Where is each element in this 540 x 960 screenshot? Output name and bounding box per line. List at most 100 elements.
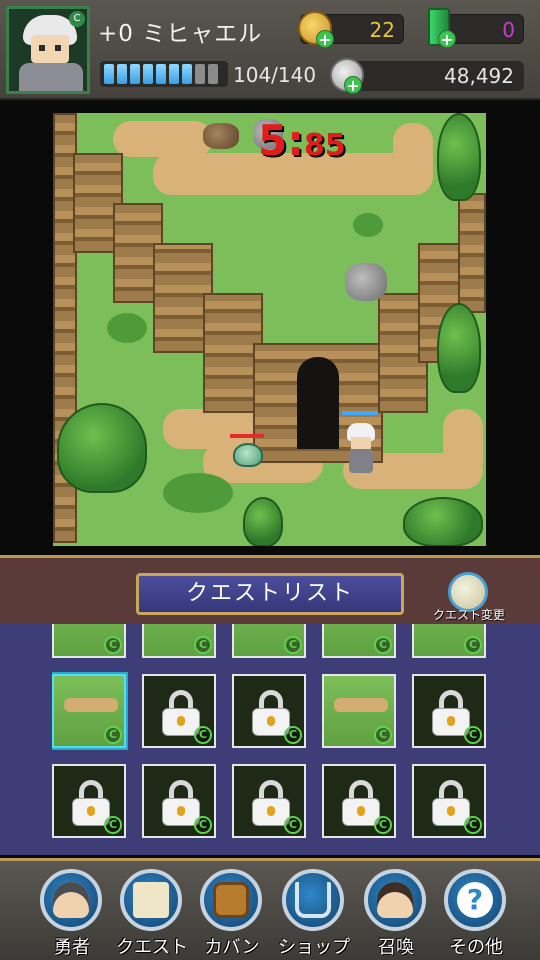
clear-mark-icon: C [284, 636, 302, 654]
clear-mark-icon: C [464, 636, 482, 654]
clear-mark-icon: C [104, 816, 122, 834]
clear-mark-icon: C [374, 726, 392, 744]
quest-map[interactable]: 5:85 [53, 113, 486, 546]
quest-tile[interactable]: C [52, 674, 126, 748]
quest-tile: C [412, 674, 486, 748]
stamina-segment [169, 64, 179, 84]
nav-summon-label: 召喚 [378, 937, 414, 958]
lock-icon-hole [177, 806, 185, 816]
quest-tile[interactable]: C [322, 674, 396, 748]
add-gems-button[interactable]: + [438, 30, 456, 49]
quest-grid: C C C C C C C C C C C C C C C [52, 624, 492, 844]
nav-other-label: その他 [449, 937, 503, 958]
status-header: C +0 ミヒャエル 22 + 0 + 104/140 48,492 + [0, 0, 540, 100]
player-name: +0 ミヒャエル [98, 21, 263, 47]
quest-tile[interactable]: C [232, 624, 306, 658]
slime-enemy[interactable] [233, 443, 263, 467]
shopping-cart-icon [295, 882, 331, 918]
quest-tile[interactable]: C [52, 624, 126, 658]
treasure-chest-icon [213, 882, 249, 918]
nav-quest-button[interactable]: クエスト [112, 869, 192, 960]
quest-timer: 5:85 [258, 116, 346, 165]
quest-change-label: クエスト変更 [432, 608, 505, 622]
timer-seconds: 85 [304, 128, 346, 163]
nav-shop-label: ショップ [278, 937, 350, 958]
stamina-text: 104/140 [233, 63, 317, 87]
summon-portrait-icon [377, 882, 413, 918]
map-icon [133, 882, 169, 918]
cave-entrance[interactable] [297, 357, 339, 449]
timer-minutes: 5 [258, 116, 288, 165]
stamina-segment [208, 64, 218, 84]
clear-mark-icon: C [194, 726, 212, 744]
lock-icon [162, 780, 200, 826]
dirt-path [113, 121, 213, 157]
bottom-navigation: 勇者 クエスト カバン ショップ 召喚 ? その他 [0, 858, 540, 960]
nav-bag-label: カバン [204, 937, 260, 958]
coin-value: 22 [369, 18, 395, 42]
quest-tile[interactable]: C [412, 624, 486, 658]
quest-tile: C [142, 764, 216, 838]
lock-icon [252, 690, 290, 736]
nav-hero-label: 勇者 [54, 937, 90, 958]
round-tree [57, 403, 147, 493]
pine-tree [437, 303, 481, 393]
boulder [345, 263, 387, 301]
hero-avatar[interactable]: C [6, 6, 90, 94]
grass-bush [163, 473, 233, 513]
pine-tree [437, 113, 481, 201]
clear-mark-icon: C [104, 726, 122, 744]
lock-icon-hole [447, 806, 455, 816]
hero-face [351, 437, 371, 449]
cliff-wall [458, 193, 486, 313]
avatar-armor [19, 63, 83, 91]
nav-hero-button[interactable]: 勇者 [32, 869, 112, 960]
stamina-segment [104, 64, 114, 84]
pine-tree [243, 497, 283, 546]
clear-mark-icon: C [374, 636, 392, 654]
quest-tile[interactable]: C [322, 624, 396, 658]
clear-mark-icon: C [284, 816, 302, 834]
stamina-segment [130, 64, 140, 84]
enemy-hp-bar [230, 434, 264, 438]
add-silver-button[interactable]: + [344, 76, 362, 95]
quest-list-panel: クエストリスト クエスト変更 C C C C C C C C C C C C C C C [0, 555, 540, 855]
quest-tile: C [232, 764, 306, 838]
clear-mark-icon: C [194, 816, 212, 834]
hero-portrait-icon [53, 882, 89, 918]
lock-icon-hole [357, 806, 365, 816]
timer-colon: : [287, 116, 305, 165]
lock-icon [432, 690, 470, 736]
nav-summon-button[interactable]: 召喚 [356, 869, 436, 960]
clear-mark-icon: C [284, 726, 302, 744]
silver-counter: 48,492 [348, 61, 524, 91]
add-coins-button[interactable]: + [316, 30, 334, 49]
nav-other-button[interactable]: ? その他 [436, 869, 516, 960]
lock-icon-hole [267, 806, 275, 816]
lock-icon [162, 690, 200, 736]
hero-sprite[interactable] [345, 423, 377, 475]
game-screen: C +0 ミヒャエル 22 + 0 + 104/140 48,492 + 5:8… [0, 0, 540, 960]
quest-tile[interactable]: C [142, 624, 216, 658]
stamina-segment [195, 64, 205, 84]
lock-icon-hole [447, 716, 455, 726]
quest-tile: C [412, 764, 486, 838]
lock-icon [432, 780, 470, 826]
quest-tile: C [232, 674, 306, 748]
nav-bag-button[interactable]: カバン [192, 869, 272, 960]
gem-value: 0 [502, 18, 515, 42]
avatar-eye-left [39, 45, 45, 51]
lock-icon [252, 780, 290, 826]
avatar-rank-badge: C [69, 11, 85, 27]
clear-mark-icon: C [194, 636, 212, 654]
nav-shop-button[interactable]: ショップ [274, 869, 354, 960]
quest-tile: C [142, 674, 216, 748]
grass-bush [353, 213, 383, 237]
quest-tile: C [52, 764, 126, 838]
lock-icon [342, 780, 380, 826]
dirt-path [443, 409, 483, 479]
grass-bush [107, 313, 147, 343]
lock-icon-hole [177, 716, 185, 726]
quest-change-button[interactable]: クエスト変更 [420, 572, 518, 624]
fallen-log [203, 123, 239, 149]
